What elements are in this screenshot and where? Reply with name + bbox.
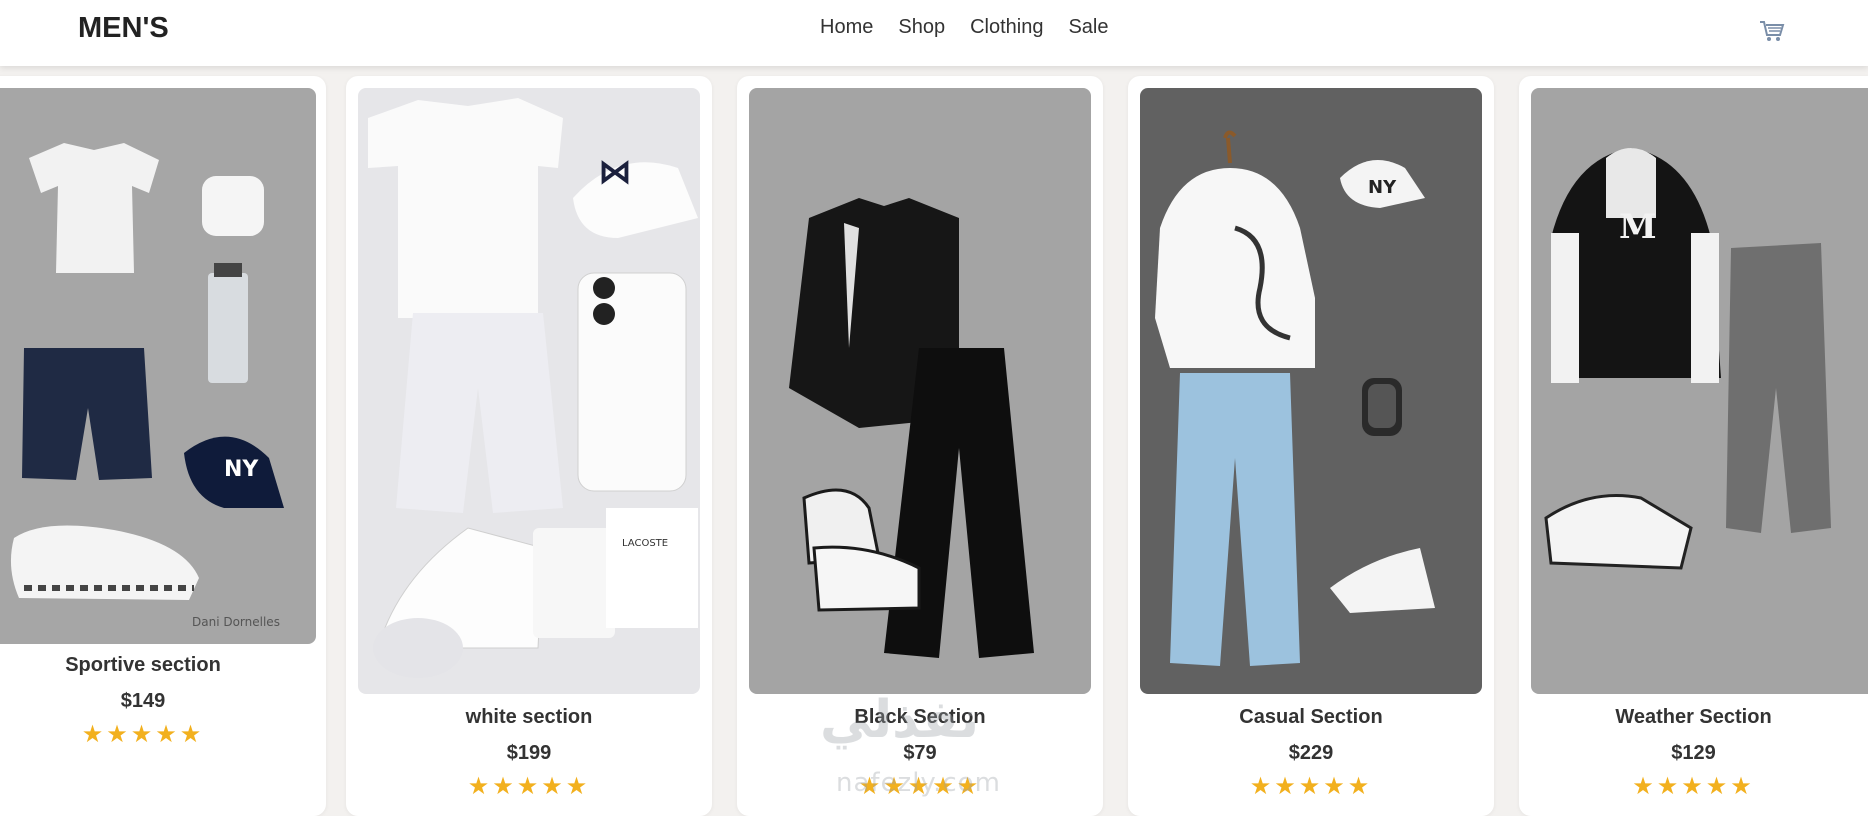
brand-logo[interactable]: MEN'S <box>78 12 169 45</box>
svg-text:NY: NY <box>1368 177 1397 198</box>
star-icon: ★ <box>492 773 517 800</box>
star-icon: ★ <box>1298 773 1324 800</box>
product-price: $199 <box>506 742 552 764</box>
product-card-black[interactable]: Black Section $79 ★★★★★ <box>737 76 1103 816</box>
rating-stars: ★★★★★ <box>1128 772 1494 801</box>
star-icon: ★ <box>179 721 205 748</box>
image-caption: Dani Dornelles <box>192 615 280 629</box>
product-title[interactable]: Black Section <box>737 706 1103 729</box>
top-navbar: MEN'S Home Shop Clothing Sale <box>0 0 1868 66</box>
nav-sale[interactable]: Sale <box>1068 16 1108 39</box>
rating-stars: ★★★★★ <box>346 772 712 801</box>
star-icon: ★ <box>858 773 884 800</box>
product-price: $149 <box>120 690 166 712</box>
nav-clothing[interactable]: Clothing <box>970 16 1043 39</box>
star-icon: ★ <box>130 721 156 748</box>
product-price: $129 <box>1671 742 1716 764</box>
star-icon: ★ <box>81 721 107 748</box>
star-icon: ★ <box>565 773 591 800</box>
product-price: $229 <box>1288 742 1334 764</box>
star-icon: ★ <box>1347 773 1373 800</box>
star-icon: ★ <box>1681 773 1706 800</box>
star-icon: ★ <box>1632 773 1657 800</box>
star-icon: ★ <box>1249 773 1275 800</box>
product-title[interactable]: white section <box>346 706 712 729</box>
star-icon: ★ <box>1705 773 1731 800</box>
product-image-casual[interactable]: NY <box>1140 88 1482 694</box>
star-icon: ★ <box>467 773 493 800</box>
star-icon: ★ <box>155 721 180 748</box>
star-icon: ★ <box>932 773 957 800</box>
main-nav: Home Shop Clothing Sale <box>820 16 1109 39</box>
nav-shop[interactable]: Shop <box>898 16 945 39</box>
cart-icon[interactable] <box>1758 17 1786 45</box>
star-icon: ★ <box>516 773 542 800</box>
nav-home[interactable]: Home <box>820 16 873 39</box>
product-card-white[interactable]: ⋈ LACOSTE white section $199 ★★★★★ <box>346 76 712 816</box>
product-price: $79 <box>903 742 937 764</box>
star-icon: ★ <box>907 773 933 800</box>
product-card-weather[interactable]: M Weather Section $129 ★★★★★ <box>1519 76 1868 816</box>
product-image-weather[interactable]: M <box>1531 88 1868 694</box>
star-icon: ★ <box>1730 773 1755 800</box>
product-card-casual[interactable]: NY Casual Section $229 ★★★★★ <box>1128 76 1494 816</box>
star-icon: ★ <box>1274 773 1299 800</box>
product-image-white[interactable]: ⋈ LACOSTE <box>358 88 700 694</box>
star-icon: ★ <box>106 721 131 748</box>
star-icon: ★ <box>956 773 982 800</box>
svg-text:⋈: ⋈ <box>598 152 632 192</box>
svg-text:M: M <box>1619 207 1657 247</box>
rating-stars: ★★★★★ <box>737 772 1103 801</box>
rating-stars: ★★★★★ <box>1519 772 1868 801</box>
product-title[interactable]: Sportive section <box>0 654 326 677</box>
star-icon: ★ <box>883 773 908 800</box>
star-icon: ★ <box>1323 773 1348 800</box>
star-icon: ★ <box>1656 773 1682 800</box>
product-image-black[interactable] <box>749 88 1091 694</box>
product-title[interactable]: Weather Section <box>1519 706 1868 729</box>
image-caption: LACOSTE <box>622 538 668 549</box>
star-icon: ★ <box>541 773 566 800</box>
svg-text:NY: NY <box>224 457 259 482</box>
product-title[interactable]: Casual Section <box>1128 706 1494 729</box>
product-card-sportive[interactable]: NY Dani Dornelles Sportive section $149 … <box>0 76 326 816</box>
rating-stars: ★★★★★ <box>0 720 326 749</box>
product-image-sportive[interactable]: NY Dani Dornelles <box>0 88 316 644</box>
